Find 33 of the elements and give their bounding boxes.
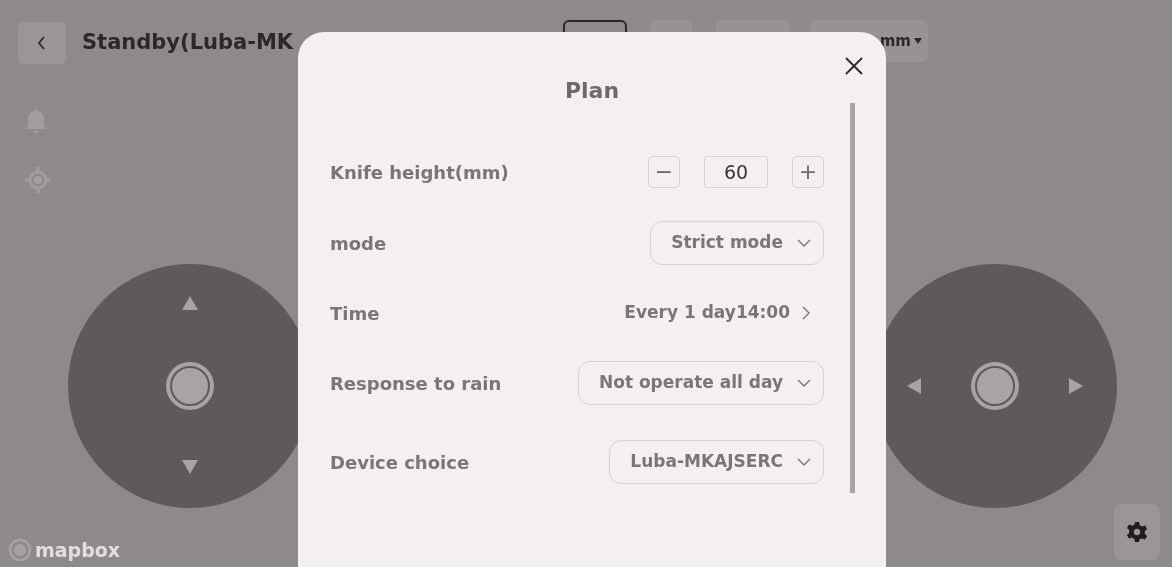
schedule-link[interactable]: Every 1 day14:00 bbox=[624, 300, 824, 326]
settings-button[interactable] bbox=[1114, 504, 1160, 560]
map-attribution: mapbox bbox=[35, 538, 121, 563]
joystick-knob[interactable] bbox=[971, 362, 1019, 410]
increase-button[interactable]: + bbox=[792, 156, 824, 188]
setting-label: mode bbox=[330, 231, 387, 256]
setting-label: Response to rain bbox=[330, 371, 502, 396]
value-field[interactable]: 60 bbox=[704, 156, 768, 188]
chevron-down-icon bbox=[797, 458, 811, 466]
dropdown[interactable]: Luba-MKAJSERC bbox=[609, 440, 824, 484]
scrollbar[interactable] bbox=[850, 103, 855, 493]
settings-icon bbox=[1127, 522, 1147, 542]
dropdown[interactable]: Strict mode bbox=[650, 221, 824, 265]
device-status-title: Standby(Luba-MK bbox=[82, 29, 294, 57]
chevron-down-icon bbox=[797, 239, 811, 247]
chevron-down-icon bbox=[797, 379, 811, 387]
decrease-button[interactable]: − bbox=[648, 156, 680, 188]
mapbox-logo-icon bbox=[8, 538, 32, 563]
caret-icon bbox=[914, 38, 922, 44]
dialog-title: Plan bbox=[563, 77, 621, 105]
dropdown[interactable]: Not operate all day bbox=[578, 361, 824, 405]
right-arrow-icon bbox=[1069, 378, 1083, 394]
down-arrow-icon bbox=[182, 460, 198, 474]
setting-label: Device choice bbox=[330, 450, 470, 475]
close-icon bbox=[844, 56, 864, 76]
close-button[interactable] bbox=[844, 56, 864, 76]
up-arrow-icon bbox=[182, 296, 198, 310]
left-arrow-icon bbox=[907, 378, 921, 394]
setting-label: Time bbox=[330, 301, 380, 326]
setting-label: Knife height(mm) bbox=[330, 160, 509, 185]
chevron-right-icon bbox=[802, 306, 810, 320]
joystick-knob[interactable] bbox=[166, 362, 214, 410]
back-icon bbox=[37, 36, 47, 50]
